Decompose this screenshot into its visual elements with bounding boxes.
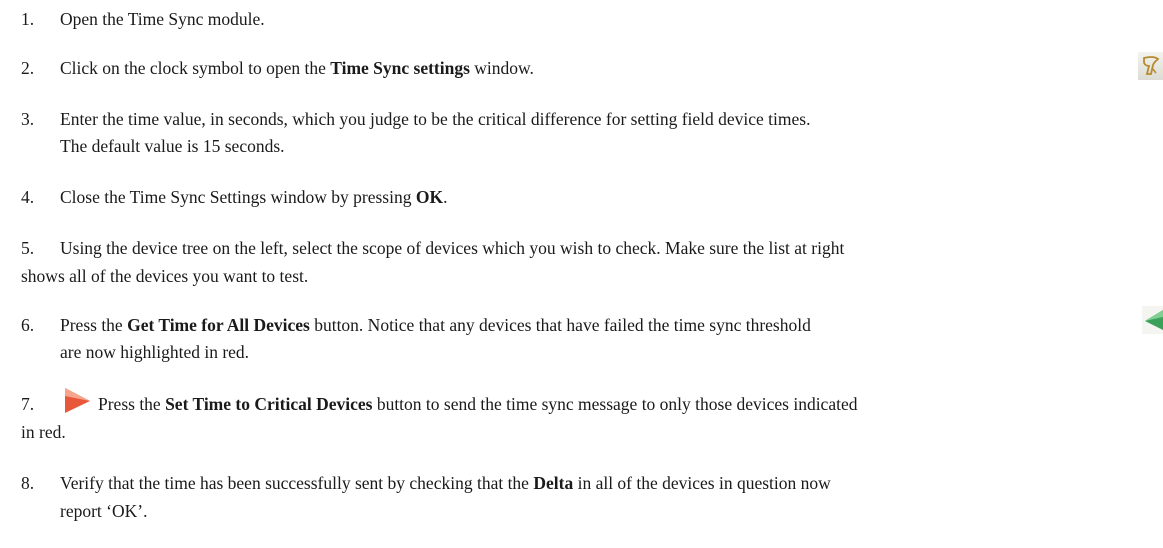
step-number: 4. [21, 187, 35, 207]
step-8-bold: Delta [533, 473, 574, 493]
set-time-arrow-icon[interactable] [62, 386, 94, 414]
step-1-text: Open the Time Sync module. [60, 9, 265, 29]
step-number: 2. [21, 58, 35, 78]
clock-icon[interactable] [1138, 52, 1163, 80]
step-2-post: window. [469, 58, 534, 78]
step-6-post: button. Notice that any devices that hav… [309, 315, 811, 335]
step-text: Verify that the time has been successful… [60, 470, 1100, 497]
get-time-arrow-icon[interactable] [1142, 306, 1163, 334]
step-4-line: Close the Time Sync Settings window by p… [60, 184, 1100, 211]
step-text: Press the Get Time for All Devices butto… [60, 312, 1100, 366]
step-number: 7. [21, 394, 35, 414]
step-number: 5. [21, 238, 35, 258]
step-number: 6. [21, 315, 35, 335]
step-7-line-1: Press the Set Time to Critical Devices b… [98, 391, 1108, 418]
step-text: Enter the time value, in seconds, which … [60, 106, 1100, 160]
step-7-post: button to send the time sync message to … [372, 394, 858, 414]
step-2-line: Click on the clock symbol to open the Ti… [60, 55, 1100, 82]
step-8-pre: Verify that the time has been successful… [60, 473, 534, 493]
step-8-line-1: Verify that the time has been successful… [60, 470, 1100, 497]
step-text: Using the device tree on the left, selec… [60, 235, 1100, 262]
step-4-post: . [443, 187, 448, 207]
step-text: Open the Time Sync module. [60, 6, 1100, 33]
step-text: Close the Time Sync Settings window by p… [60, 184, 1100, 211]
step-2-bold: Time Sync settings [330, 58, 470, 78]
step-7-bold: Set Time to Critical Devices [165, 394, 373, 414]
step-6-pre: Press the [60, 315, 128, 335]
step-text: Press the Set Time to Critical Devices b… [98, 391, 1108, 418]
step-6-bold: Get Time for All Devices [127, 315, 310, 335]
step-4-pre: Close the Time Sync Settings window by p… [60, 187, 416, 207]
step-7-pre: Press the [98, 394, 166, 414]
step-text: Click on the clock symbol to open the Ti… [60, 55, 1100, 82]
step-7-line-2: in red. [21, 422, 66, 442]
step-3-line-1: Enter the time value, in seconds, which … [60, 109, 811, 129]
step-number: 8. [21, 473, 35, 493]
step-4-bold: OK [415, 187, 444, 207]
step-6-line-2: are now highlighted in red. [60, 342, 250, 362]
step-8-post: in all of the devices in question now [573, 473, 831, 493]
step-5-line-1: Using the device tree on the left, selec… [60, 238, 845, 258]
step-8-line-2: report ‘OK’. [60, 501, 148, 521]
step-5-line-2: shows all of the devices you want to tes… [21, 266, 309, 286]
step-number: 3. [21, 109, 35, 129]
step-2-pre: Click on the clock symbol to open the [60, 58, 331, 78]
step-6-line-1: Press the Get Time for All Devices butto… [60, 312, 1100, 339]
step-number: 1. [21, 9, 35, 29]
step-3-line-2: The default value is 15 seconds. [60, 136, 285, 156]
